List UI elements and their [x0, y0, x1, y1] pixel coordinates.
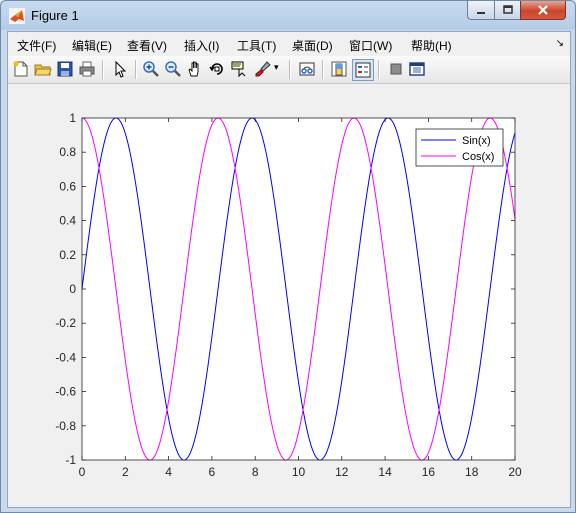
y-tick-label: 0 [69, 282, 76, 296]
data-cursor-icon[interactable] [230, 60, 248, 78]
minimize-button[interactable] [467, 1, 495, 20]
legend-entry: Cos(x) [462, 151, 494, 163]
maximize-button[interactable] [494, 1, 521, 20]
brush-icon[interactable] [254, 60, 272, 78]
open-file-icon[interactable] [34, 60, 52, 78]
figure-window: Figure 1 文件(F) 编辑(E) 查看(V) 插入(I) 工具(T) 桌… [0, 0, 576, 513]
x-tick-label: 16 [422, 465, 436, 479]
toolbar-separator [322, 60, 324, 79]
menu-desktop[interactable]: 桌面(D) [292, 37, 333, 54]
menu-view[interactable]: 查看(V) [127, 37, 167, 54]
print-icon[interactable] [78, 60, 96, 78]
hide-plot-tools-icon[interactable] [387, 60, 405, 78]
y-tick-label: 0.8 [59, 145, 76, 159]
menu-bar: 文件(F) 编辑(E) 查看(V) 插入(I) 工具(T) 桌面(D) 窗口(W… [8, 32, 570, 56]
zoom-in-icon[interactable] [142, 60, 160, 78]
rotate-3d-icon[interactable] [208, 60, 226, 78]
figure-canvas: 0 2 4 6 8 10 12 14 16 18 20 1 0.8 0.6 0.4 0.2 0 -0.2 -0.4 -… [8, 84, 570, 507]
menu-help[interactable]: 帮助(H) [411, 37, 452, 54]
menu-edit[interactable]: 编辑(E) [72, 37, 112, 54]
y-tick-label: -0.2 [55, 316, 76, 330]
x-tick-label: 4 [165, 465, 172, 479]
toolbar-separator [378, 60, 380, 79]
x-tick-label: 8 [252, 465, 259, 479]
legend-icon[interactable] [352, 59, 374, 81]
x-tick-label: 6 [209, 465, 216, 479]
new-figure-icon[interactable] [12, 60, 30, 78]
x-tick-label: 10 [292, 465, 306, 479]
y-tick-label: -0.6 [55, 385, 76, 399]
y-tick-label: 0.2 [59, 248, 76, 262]
toolbar-separator [289, 60, 291, 79]
toolbar-separator [102, 60, 104, 79]
x-tick-label: 18 [465, 465, 479, 479]
zoom-out-icon[interactable] [164, 60, 182, 78]
y-tick-label: -0.8 [55, 419, 76, 433]
x-tick-label: 20 [508, 465, 522, 479]
show-plot-tools-icon[interactable] [408, 60, 426, 78]
y-tick-label: 0.6 [59, 179, 76, 193]
y-tick-label: -0.4 [55, 350, 76, 364]
menu-tools[interactable]: 工具(T) [237, 37, 276, 54]
plot-area[interactable] [82, 118, 515, 460]
edit-plot-arrow-icon[interactable] [111, 60, 129, 78]
window-title: Figure 1 [31, 8, 79, 23]
y-tick-label: -1 [65, 453, 76, 467]
x-tick-label: 0 [79, 465, 86, 479]
plot-axes[interactable]: 0 2 4 6 8 10 12 14 16 18 20 1 0.8 0.6 0.4 0.2 0 -0.2 -0.4 -… [8, 84, 570, 507]
link-plot-icon[interactable] [298, 60, 316, 78]
y-tick-label: 0.4 [59, 214, 76, 228]
x-tick-label: 2 [122, 465, 129, 479]
menu-insert[interactable]: 插入(I) [184, 37, 219, 54]
save-icon[interactable] [56, 60, 74, 78]
pan-hand-icon[interactable] [186, 60, 204, 78]
brush-dropdown-arrow-icon[interactable]: ▾ [274, 62, 279, 73]
close-icon [538, 5, 548, 15]
figure-client-area: 文件(F) 编辑(E) 查看(V) 插入(I) 工具(T) 桌面(D) 窗口(W… [7, 31, 571, 508]
x-tick-label: 12 [335, 465, 349, 479]
maximize-icon [502, 5, 513, 14]
menu-file[interactable]: 文件(F) [17, 37, 56, 54]
title-bar[interactable]: Figure 1 [1, 1, 575, 31]
minimize-icon [477, 12, 485, 14]
matlab-logo-icon [9, 8, 25, 24]
menu-window[interactable]: 窗口(W) [349, 37, 392, 54]
toolbar-dock-arrow-icon[interactable]: ↘ [556, 38, 564, 49]
legend-entry: Sin(x) [462, 135, 491, 147]
y-tick-label: 1 [69, 111, 76, 125]
figure-toolbar: ▾ [8, 56, 570, 84]
toolbar-separator [135, 60, 137, 79]
colorbar-icon[interactable] [330, 60, 348, 78]
x-tick-label: 14 [378, 465, 392, 479]
close-button[interactable] [520, 1, 566, 20]
